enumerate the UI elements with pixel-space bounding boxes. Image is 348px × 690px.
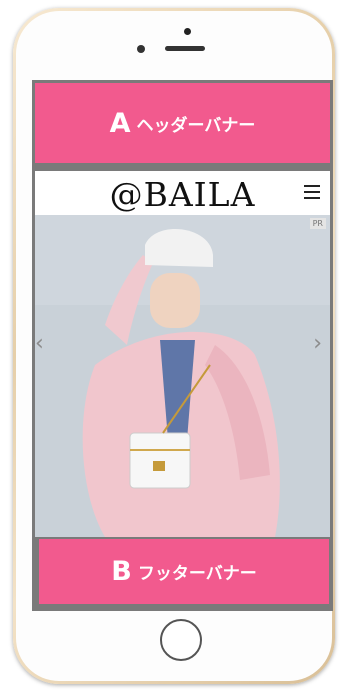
hero-image[interactable] <box>35 215 330 537</box>
hamburger-menu-icon[interactable] <box>304 185 320 199</box>
header-banner-letter: A <box>109 107 131 139</box>
chevron-left-icon[interactable]: ‹ <box>35 331 44 356</box>
camera-icon <box>184 28 191 35</box>
footer-banner[interactable]: B フッターバナー <box>39 539 329 604</box>
sensor-icon <box>137 45 145 53</box>
site-header: @BAILA <box>35 171 330 216</box>
site-logo[interactable]: @BAILA <box>35 175 330 214</box>
phone-screen: A ヘッダーバナー @BAILA PR ‹ › B フッターバナー <box>32 80 333 611</box>
header-banner-text: ヘッダーバナー <box>136 115 256 136</box>
footer-banner-text: フッターバナー <box>137 564 257 584</box>
footer-banner-letter: B <box>111 556 132 587</box>
speaker-grille <box>165 46 205 51</box>
page-content: @BAILA PR ‹ › <box>35 171 330 537</box>
home-button[interactable] <box>160 619 202 661</box>
header-banner[interactable]: A ヘッダーバナー <box>35 83 330 163</box>
chevron-right-icon[interactable]: › <box>313 331 322 356</box>
pr-badge: PR <box>309 218 326 229</box>
